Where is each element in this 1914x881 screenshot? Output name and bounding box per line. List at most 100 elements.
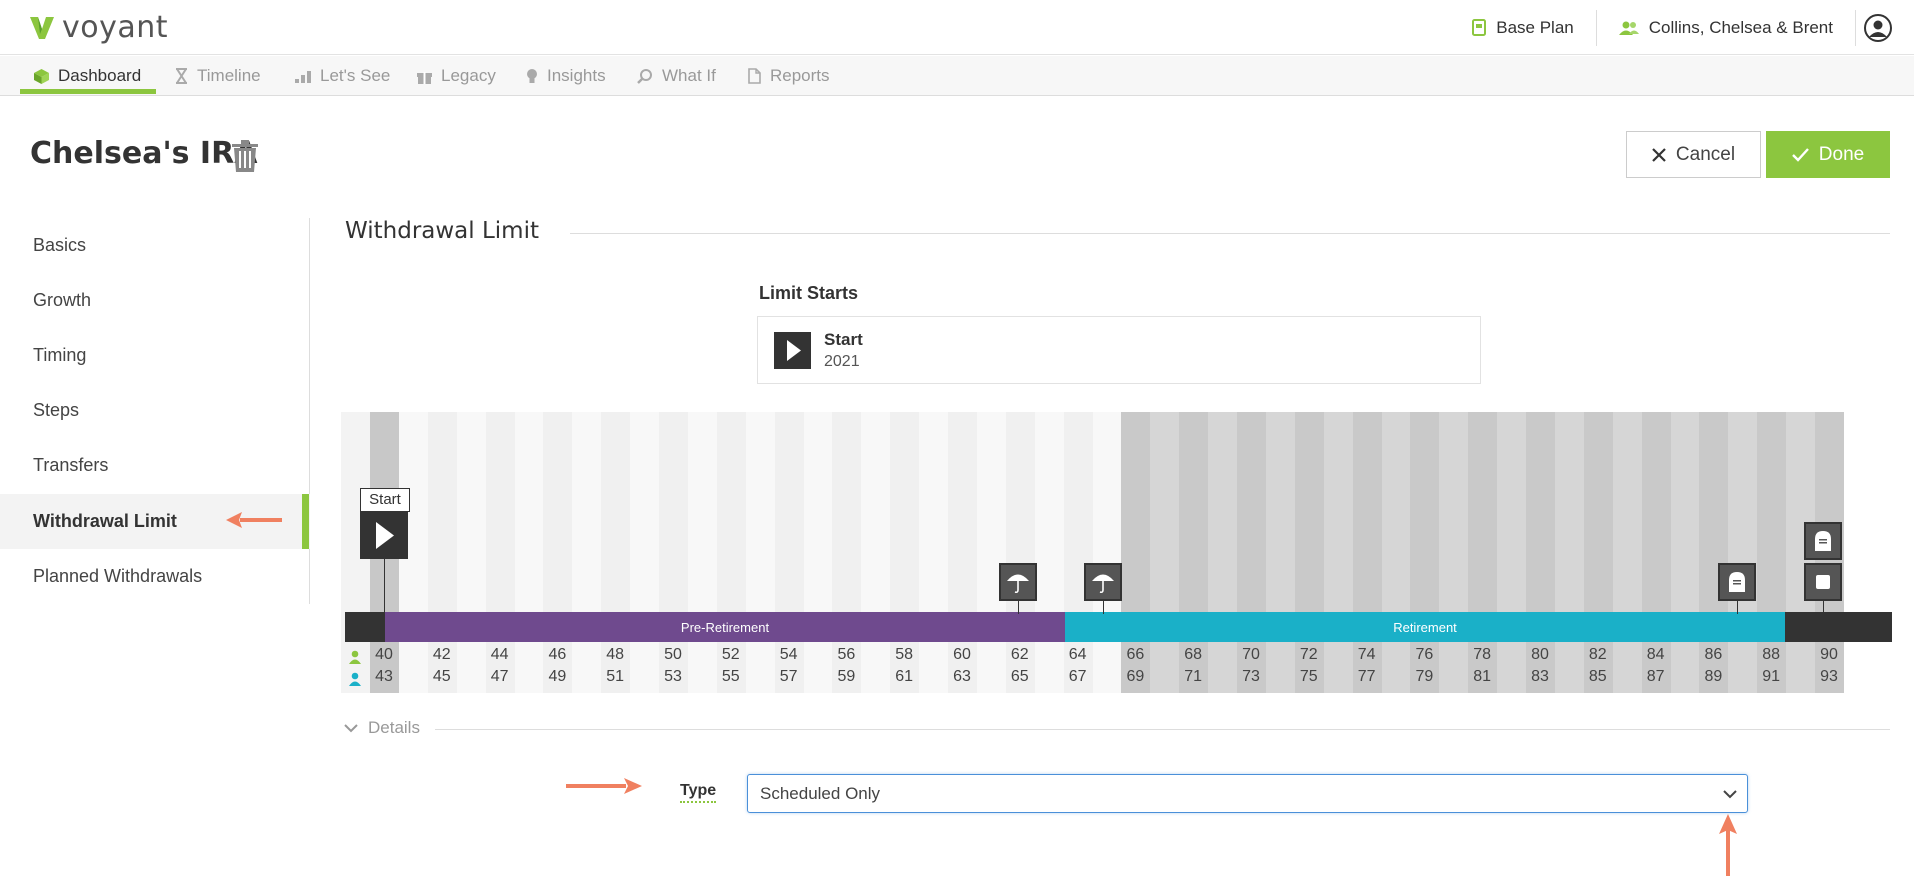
voyant-logo-icon [30, 16, 54, 39]
cancel-button[interactable]: Cancel [1626, 131, 1761, 178]
person1-age-label: 56 [837, 646, 856, 663]
chevron-down-icon [1723, 790, 1737, 799]
person2-age-label: 91 [1762, 668, 1781, 685]
section-title: Withdrawal Limit [345, 218, 539, 244]
person2-age-label: 83 [1531, 668, 1549, 685]
limit-starts-card[interactable]: Start 2021 [757, 316, 1481, 384]
sidebar-item-basics[interactable]: Basics [0, 218, 310, 273]
person2-age-label: 69 [1126, 668, 1145, 685]
person2-age-label: 77 [1357, 668, 1376, 685]
person2-age-label: 43 [375, 668, 393, 685]
trash-icon[interactable] [232, 140, 258, 177]
tombstone-icon[interactable] [1718, 563, 1756, 601]
pre-retirement-label: Pre-Retirement [680, 619, 770, 635]
sidebar-item-planned-withdrawals[interactable]: Planned Withdrawals [0, 549, 310, 604]
sidebar-item-label: Planned Withdrawals [33, 566, 203, 586]
cube-icon [34, 68, 49, 84]
person2-icon [349, 670, 361, 691]
tab-timeline[interactable]: Timeline [175, 56, 261, 96]
person1-age-label: 50 [664, 646, 682, 663]
person2-age-label: 65 [1010, 668, 1029, 685]
tab-timeline-label: Timeline [197, 66, 261, 85]
person2-age-label: 89 [1704, 668, 1723, 685]
sidebar-item-label: Steps [33, 400, 80, 420]
person1-age-label: 90 [1820, 646, 1838, 663]
logo-text: voyant [62, 10, 169, 45]
stop-icon[interactable] [1804, 563, 1842, 601]
person1-age-label: 48 [606, 646, 625, 663]
person2-age-label: 49 [548, 668, 567, 685]
retirement-bar[interactable]: Retirement [1065, 612, 1785, 642]
tab-reports[interactable]: Reports [748, 56, 830, 96]
person1-age-label: 78 [1473, 646, 1492, 663]
client-selector[interactable]: Collins, Chelsea & Brent [1595, 9, 1855, 46]
person1-age-label: 86 [1704, 646, 1723, 663]
sidebar-item-label: Growth [33, 290, 92, 310]
timeline-chart[interactable]: Pre-Retirement Retirement Start 40 43 42… [341, 412, 1892, 693]
limit-start-name: Start [824, 330, 863, 349]
sidebar-item-transfers[interactable]: Transfers [0, 438, 310, 493]
person1-age-label: 42 [432, 646, 451, 663]
person1-age-label: 70 [1242, 646, 1260, 663]
umbrella-icon[interactable] [1084, 563, 1122, 601]
person1-age-label: 60 [953, 646, 971, 663]
annotation-arrow-left-icon [226, 512, 282, 533]
hourglass-icon [176, 68, 187, 84]
play-icon [774, 332, 811, 369]
sidebar-item-growth[interactable]: Growth [0, 273, 310, 328]
main-nav: Dashboard Timeline Let's See Legacy Insi… [0, 56, 1914, 96]
person1-age-label: 62 [1010, 646, 1029, 663]
voyant-logo[interactable]: voyant [28, 10, 168, 45]
done-button[interactable]: Done [1766, 131, 1890, 178]
sidebar-item-label: Basics [33, 235, 87, 255]
person2-age-label: 51 [606, 668, 625, 685]
base-plan-button[interactable]: Base Plan [1450, 10, 1596, 46]
person2-age-label: 57 [779, 668, 798, 685]
tab-lets-see[interactable]: Let's See [295, 56, 390, 96]
page-title: Chelsea's IRA [30, 136, 258, 171]
type-select[interactable]: Scheduled Only [747, 774, 1748, 813]
tombstone-icon[interactable] [1804, 522, 1842, 560]
person1-age-label: 88 [1762, 646, 1781, 663]
start-marker-stem [384, 558, 385, 614]
close-icon [1652, 147, 1666, 162]
person2-age-label: 67 [1068, 668, 1087, 685]
person1-age-label: 54 [779, 646, 798, 663]
tab-what-if-label: What If [662, 66, 716, 85]
tab-what-if[interactable]: What If [637, 56, 716, 96]
client-name: Collins, Chelsea & Brent [1648, 17, 1833, 37]
chevron-down-icon [344, 723, 358, 732]
sidebar-active-indicator [302, 494, 309, 549]
tab-dashboard-label: Dashboard [58, 66, 142, 85]
person1-age-label: 66 [1126, 646, 1145, 663]
section-divider [570, 233, 1890, 234]
type-select-value: Scheduled Only [760, 783, 881, 803]
top-header: voyant Base Plan Collins, Chelsea & Bren… [0, 0, 1914, 55]
start-marker-play-icon[interactable] [360, 512, 408, 559]
person1-age-label: 40 [375, 646, 393, 663]
retirement-label: Retirement [1393, 619, 1457, 635]
sidebar-item-label: Withdrawal Limit [33, 511, 177, 531]
bar-chart-icon [295, 71, 311, 83]
limit-start-year: 2021 [824, 353, 860, 370]
tab-legacy[interactable]: Legacy [417, 56, 496, 96]
sidebar-item-steps[interactable]: Steps [0, 383, 310, 438]
sidebar-item-timing[interactable]: Timing [0, 328, 310, 383]
details-toggle[interactable]: Details [344, 718, 420, 738]
person2-age-label: 87 [1646, 668, 1665, 685]
tab-insights[interactable]: Insights [526, 56, 606, 96]
person1-age-label: 84 [1646, 646, 1665, 663]
person2-age-label: 47 [490, 668, 509, 685]
person2-age-label: 59 [837, 668, 856, 685]
pre-retirement-bar[interactable]: Pre-Retirement [385, 612, 1065, 642]
person1-age-label: 44 [490, 646, 509, 663]
person2-age-label: 75 [1299, 668, 1318, 685]
user-avatar-icon[interactable] [1864, 13, 1892, 42]
check-icon [1791, 147, 1809, 162]
umbrella-icon[interactable] [999, 563, 1037, 601]
person1-age-label: 80 [1531, 646, 1549, 663]
person2-age-label: 61 [895, 668, 914, 685]
limit-starts-label: Limit Starts [759, 283, 859, 303]
person1-age-label: 74 [1357, 646, 1376, 663]
tab-reports-label: Reports [770, 66, 830, 85]
